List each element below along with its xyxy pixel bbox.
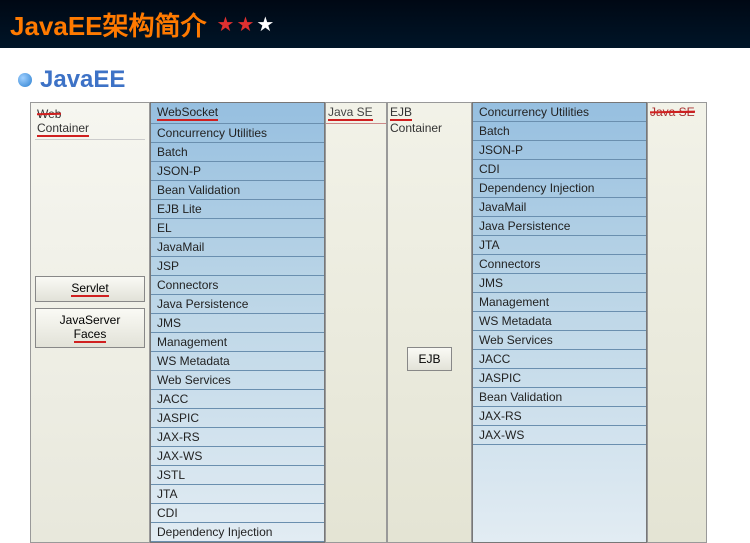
architecture-diagram: Web Container Servlet JavaServer Faces W…	[0, 102, 750, 543]
bullet-icon	[18, 73, 32, 87]
api-item: Bean Validation	[473, 388, 646, 407]
api-item: WS Metadata	[151, 352, 324, 371]
api-item: Java Persistence	[473, 217, 646, 236]
rating-stars: ★ ★ ★	[217, 12, 275, 37]
api-item: JAX-WS	[151, 447, 324, 466]
api-item: JACC	[151, 390, 324, 409]
api-item: Batch	[151, 143, 324, 162]
jsf-label-1: JavaServer	[60, 313, 121, 327]
api-item: JASPIC	[151, 409, 324, 428]
api-item: JMS	[151, 314, 324, 333]
web-label: Web	[37, 107, 61, 121]
api-item: Batch	[473, 122, 646, 141]
web-container-apis: WebSocketConcurrency UtilitiesBatchJSON-…	[150, 102, 325, 543]
java-se-column-right: Java SE	[647, 102, 707, 543]
java-se-label: Java SE	[326, 103, 386, 124]
api-item: Web Services	[473, 331, 646, 350]
api-item: JASPIC	[473, 369, 646, 388]
star-icon: ★	[217, 12, 235, 37]
slide-title: JavaEE架构简介	[10, 6, 207, 43]
api-item: EJB Lite	[151, 200, 324, 219]
api-item: Management	[473, 293, 646, 312]
api-item: JACC	[473, 350, 646, 369]
api-item: JSON-P	[473, 141, 646, 160]
api-item: Connectors	[151, 276, 324, 295]
container-label: Container	[390, 121, 442, 135]
api-item: JTA	[473, 236, 646, 255]
jsf-label-2: Faces	[74, 327, 107, 343]
api-item: EL	[151, 219, 324, 238]
api-item: JAX-WS	[473, 426, 646, 445]
web-container-column: Web Container Servlet JavaServer Faces	[30, 102, 150, 543]
api-item: Management	[151, 333, 324, 352]
api-item: WebSocket	[151, 103, 324, 124]
api-item: Java Persistence	[151, 295, 324, 314]
api-item: JavaMail	[473, 198, 646, 217]
api-item: JTA	[151, 485, 324, 504]
slide-header: JavaEE架构简介 ★ ★ ★	[0, 0, 750, 48]
api-item: Bean Validation	[151, 181, 324, 200]
api-item: JMS	[473, 274, 646, 293]
subtitle-text: JavaEE	[40, 66, 125, 94]
api-item: Concurrency Utilities	[473, 103, 646, 122]
api-item: JSON-P	[151, 162, 324, 181]
api-item: Concurrency Utilities	[151, 124, 324, 143]
java-se-label-right: Java SE	[648, 103, 706, 121]
api-item: JAX-RS	[473, 407, 646, 426]
java-se-column-left: Java SE	[325, 102, 387, 543]
api-item: JavaMail	[151, 238, 324, 257]
api-item: JSTL	[151, 466, 324, 485]
api-item: JSP	[151, 257, 324, 276]
api-item: CDI	[473, 160, 646, 179]
star-icon: ★	[256, 12, 274, 37]
jsf-box: JavaServer Faces	[35, 308, 145, 348]
ejb-box: EJB	[407, 347, 451, 371]
ejb-container-label: EJB Container	[388, 103, 471, 137]
api-item: Dependency Injection	[473, 179, 646, 198]
servlet-label: Servlet	[71, 281, 108, 297]
api-item: CDI	[151, 504, 324, 523]
ejb-container-apis: Concurrency UtilitiesBatchJSON-PCDIDepen…	[472, 102, 647, 543]
ejb-container-column: EJB Container EJB	[387, 102, 472, 543]
api-item: Connectors	[473, 255, 646, 274]
api-item: Dependency Injection	[151, 523, 324, 542]
api-item: Web Services	[151, 371, 324, 390]
api-item: JAX-RS	[151, 428, 324, 447]
section-title: JavaEE	[0, 48, 750, 102]
star-icon: ★	[236, 12, 254, 37]
web-container-label: Web Container	[35, 105, 145, 140]
container-label: Container	[37, 121, 89, 137]
servlet-box: Servlet	[35, 276, 145, 302]
ejb-label: EJB	[390, 105, 412, 121]
api-item: WS Metadata	[473, 312, 646, 331]
